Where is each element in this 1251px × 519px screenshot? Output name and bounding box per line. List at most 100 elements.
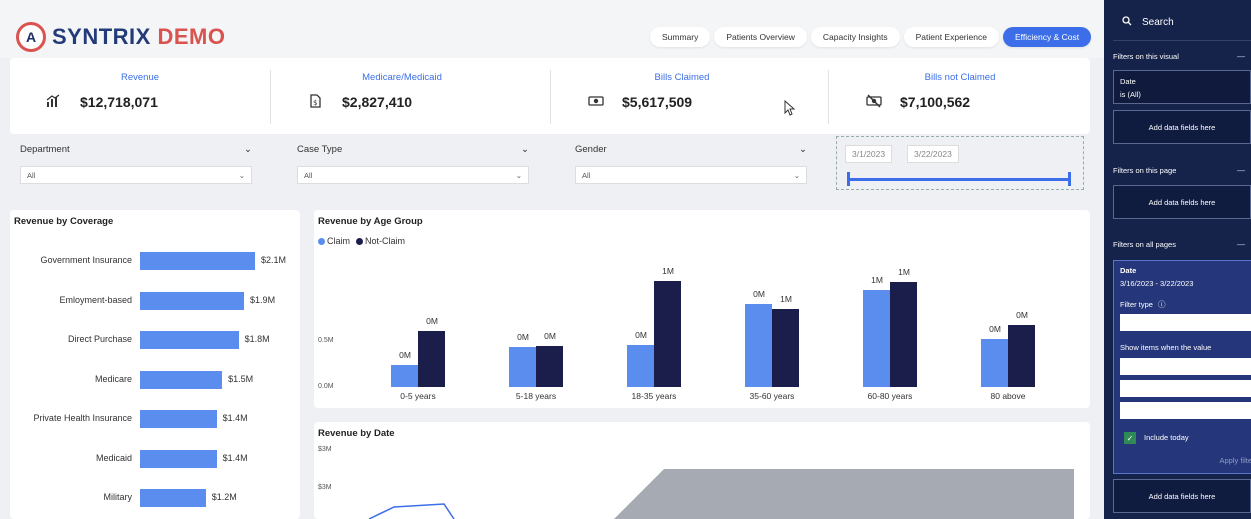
all-pages-date-filter[interactable]: Date 3/16/2023 - 3/22/2023 Filter type ⓘ… (1113, 260, 1251, 474)
add-data-fields-all[interactable]: Add data fields here (1113, 479, 1251, 513)
date-panel: Revenue by Date $3M $3M (314, 422, 1090, 519)
tab-summary[interactable]: Summary (650, 27, 711, 47)
add-data-fields-page[interactable]: Add data fields here (1113, 185, 1251, 219)
coverage-bar[interactable] (140, 252, 255, 270)
category-label: Medicaid (95, 452, 132, 463)
claim-bar[interactable] (509, 347, 536, 387)
collapse-icon[interactable]: — (1237, 166, 1245, 175)
coverage-bar[interactable] (140, 370, 223, 389)
coverage-bar-row: Government Insurance $2.1M (10, 252, 310, 270)
category-label: Medicare (94, 373, 132, 384)
legend-claim[interactable]: Claim (318, 236, 350, 246)
condition-unit-select[interactable] (1120, 402, 1251, 419)
filter-field: Date (1120, 77, 1136, 86)
claim-bar[interactable] (863, 290, 890, 387)
filter-type-label: Filter type (1120, 300, 1153, 309)
filter-search[interactable]: Search (1122, 16, 1174, 29)
legend-label: Claim (327, 236, 351, 246)
money-off-icon (866, 94, 882, 111)
not-claim-bar[interactable] (772, 308, 799, 387)
coverage-bar[interactable] (140, 331, 239, 349)
kpi-divider (270, 70, 271, 124)
collapse-icon[interactable]: — (1237, 240, 1245, 249)
bar-value-label: 1M (871, 275, 883, 286)
chevron-down-icon: ⌄ (515, 170, 522, 180)
age-chart-legend: Claim Not-Claim (318, 236, 405, 246)
date-range-start-handle[interactable] (847, 172, 850, 186)
bar-value-label: $1.4M (222, 413, 248, 423)
bar-value-label: 0M (426, 315, 438, 326)
revenue-chart-icon (46, 94, 60, 111)
add-data-fields-visual[interactable]: Add data fields here (1113, 110, 1251, 144)
claim-bar[interactable] (745, 303, 772, 387)
mouse-cursor-icon (784, 99, 796, 119)
section-page-heading: Filters on this page (1113, 166, 1177, 175)
chart-title: Revenue by Age Group (318, 216, 423, 227)
brand-name-accent: DEMO (157, 24, 226, 49)
gender-dropdown[interactable]: All ⌄ (575, 166, 807, 184)
bar-value-label: 1M (898, 266, 910, 277)
not-claim-bar[interactable] (418, 330, 445, 387)
date-range-track (847, 178, 1071, 181)
tab-patients-overview[interactable]: Patients Overview (714, 27, 807, 47)
legend-not-claim[interactable]: Not-Claim (356, 236, 405, 246)
section-all-heading: Filters on all pages (1113, 240, 1176, 249)
x-tick-label: 5-18 years (515, 391, 557, 401)
y-tick-label: 0.5M (318, 336, 334, 344)
department-dropdown[interactable]: All ⌄ (20, 166, 252, 184)
kpi-bills-not-claimed: Bills not Claimed $7,100,562 (830, 58, 1090, 134)
visual-date-filter[interactable]: Date is (All) (1113, 70, 1251, 104)
claim-bar[interactable] (391, 364, 418, 387)
chevron-down-icon[interactable]: ⌄ (521, 144, 529, 158)
coverage-bar[interactable] (140, 410, 217, 428)
not-claim-bar[interactable] (1008, 325, 1035, 387)
not-claim-bar[interactable] (654, 280, 681, 387)
claim-bar[interactable] (981, 339, 1008, 387)
brand-badge-icon: A (16, 22, 46, 52)
report-header: A SYNTRIX DEMO Summary Patients Overview… (0, 0, 1104, 58)
coverage-bar[interactable] (140, 449, 217, 468)
kpi-label: Bills not Claimed (924, 72, 996, 83)
condition-select[interactable] (1120, 358, 1251, 375)
not-claim-bar[interactable] (890, 281, 917, 387)
case-type-dropdown[interactable]: All ⌄ (297, 166, 529, 184)
info-icon[interactable]: ⓘ (1158, 300, 1166, 309)
tab-efficiency-cost[interactable]: Efficiency & Cost (1002, 27, 1092, 47)
date-range-end-handle[interactable] (1068, 172, 1071, 186)
coverage-bar-row: Direct Purchase $1.8M (10, 331, 310, 349)
svg-text:$: $ (313, 99, 317, 107)
chevron-down-icon[interactable]: ⌄ (799, 144, 807, 158)
chevron-down-icon[interactable]: ⌄ (244, 144, 252, 158)
not-claim-bar[interactable] (536, 346, 563, 387)
apply-filter-button[interactable]: Apply filte (1219, 456, 1251, 465)
condition-value-input[interactable] (1120, 380, 1251, 397)
coverage-bar-row: Military $1.2M (10, 489, 310, 507)
bar-value-label: $1.2M (211, 492, 237, 502)
slicer-label: Case Type (297, 144, 343, 155)
category-label: Private Health Insurance (33, 413, 132, 423)
search-label: Search (1142, 17, 1174, 28)
bar-value-label: 0M (989, 324, 1001, 334)
show-items-label: Show items when the value (1120, 343, 1212, 352)
filter-value: is (All) (1120, 90, 1141, 99)
kpi-label: Medicare/Medicaid (362, 72, 442, 83)
x-tick-label: 18-35 years (631, 391, 677, 401)
coverage-bar[interactable] (140, 291, 245, 310)
bar-value-label: $1.9M (250, 294, 276, 305)
claim-bar[interactable] (627, 345, 654, 387)
collapse-icon[interactable]: — (1237, 52, 1245, 61)
chevron-down-icon: ⌄ (793, 170, 800, 180)
document-dollar-icon: $ (308, 94, 322, 111)
legend-marker (356, 238, 364, 246)
include-today-checkbox[interactable]: ✓ (1124, 432, 1136, 444)
category-label: Military (103, 492, 133, 502)
start-date-input[interactable]: 3/1/2023 (845, 145, 893, 163)
filter-type-select[interactable] (1120, 314, 1251, 331)
legend-marker (318, 238, 325, 246)
coverage-bar[interactable] (140, 489, 206, 507)
end-date-input[interactable]: 3/22/2023 (907, 145, 959, 163)
tab-capacity-insights[interactable]: Capacity Insights (810, 27, 900, 47)
coverage-bar-row: Private Health Insurance $1.4M (10, 410, 310, 428)
tab-patient-experience[interactable]: Patient Experience (903, 27, 999, 47)
coverage-bar-row: Medicare $1.5M (10, 370, 310, 389)
